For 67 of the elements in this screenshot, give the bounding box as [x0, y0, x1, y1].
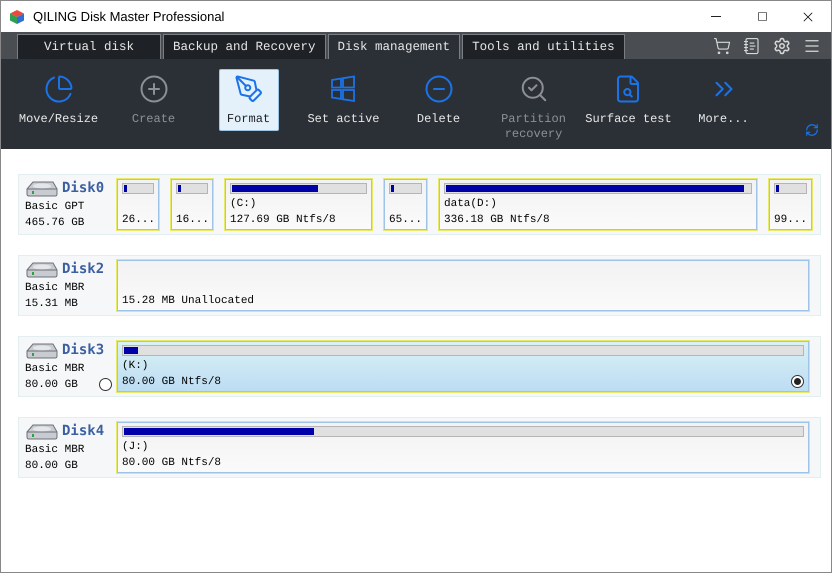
partition-label: (C:) [230, 197, 256, 212]
disk-name: Disk0 [62, 179, 104, 198]
disk-type: Basic MBR [25, 443, 84, 458]
partition-block[interactable]: (K:) 80.00 GB Ntfs/8 [116, 340, 810, 393]
disk-type: Basic MBR [25, 362, 84, 377]
pen-icon [234, 74, 264, 104]
partition-info: 127.69 GB Ntfs/8 [230, 213, 336, 228]
hard-drive-icon [25, 422, 59, 440]
disk-size: 80.00 GB [25, 459, 78, 474]
tab[interactable]: Disk management [328, 34, 460, 59]
partition-block[interactable]: 65... [383, 178, 428, 231]
hard-drive-icon [25, 180, 59, 198]
disk-name: Disk2 [62, 260, 104, 279]
maximize-icon [756, 11, 768, 22]
partition-block[interactable]: 99... [768, 178, 813, 231]
disk-size: 80.00 GB [25, 378, 78, 393]
magnifier-icon [518, 74, 548, 104]
partition-info: 80.00 GB Ntfs/8 [122, 456, 222, 471]
disk-row[interactable]: Disk3 Basic MBR 80.00 GB (K:) 80.00 GB Ntfs/8 [18, 336, 821, 397]
tab[interactable]: Tools and utilities [462, 34, 625, 59]
pie-chart-icon [44, 74, 74, 104]
disk-type: Basic MBR [25, 281, 84, 296]
partition-block[interactable]: 26... [116, 178, 160, 231]
toolbar-button[interactable]: Surface test [581, 69, 676, 131]
plus-circle-icon [138, 74, 168, 104]
partition-block[interactable]: (J:) 80.00 GB Ntfs/8 [116, 421, 810, 474]
partition-label: (K:) [122, 359, 148, 374]
disk-size: 15.31 MB [25, 297, 78, 312]
radio-button[interactable] [99, 378, 112, 391]
disk-size: 465.76 GB [25, 216, 84, 231]
partition-info: 99... [774, 213, 808, 228]
partition-block[interactable]: 15.28 MB Unallocated [116, 259, 810, 312]
partition-info: 80.00 GB Ntfs/8 [122, 375, 222, 390]
partition-info: 16... [176, 213, 210, 228]
partition-info: 336.18 GB Ntfs/8 [444, 213, 550, 228]
partition-info: 26... [122, 213, 156, 228]
partition-info: 15.28 MB Unallocated [122, 294, 254, 309]
partition-label: (J:) [122, 440, 148, 455]
disk-row[interactable]: Disk0 Basic GPT 465.76 GB 26... 16... (C:) 127.69 GB Ntfs/8 65... data(D:) 336.18 GB Ntfs/8 99... [18, 174, 821, 235]
toolbar-button[interactable]: Move/Resize [14, 69, 102, 131]
partition-info: 65... [389, 213, 422, 228]
minimize-icon [711, 16, 721, 17]
partition-label: data(D:) [444, 197, 497, 212]
tab[interactable]: Backup and Recovery [163, 34, 326, 59]
cube-logo-icon [9, 8, 25, 24]
refresh-icon[interactable] [805, 123, 819, 137]
toolbar-button[interactable]: More... [694, 69, 754, 131]
partition-block[interactable]: (C:) 127.69 GB Ntfs/8 [224, 178, 373, 231]
disk-name: Disk3 [62, 341, 104, 360]
hard-drive-icon [25, 342, 59, 360]
tab[interactable]: Virtual disk [17, 34, 161, 59]
toolbar-button[interactable]: Format [218, 69, 278, 131]
cart-icon[interactable] [713, 36, 731, 54]
toolbar-button[interactable]: Delete [408, 69, 468, 131]
minus-circle-icon [424, 74, 454, 104]
disk-type: Basic GPT [25, 200, 84, 215]
toolbar-button[interactable]: Set active [303, 69, 384, 131]
settings-icon[interactable] [773, 36, 791, 54]
disk-row[interactable]: Disk2 Basic MBR 15.31 MB 15.28 MB Unallocated [18, 255, 821, 316]
window-title: QILING Disk Master Professional [33, 8, 224, 26]
partition-block[interactable]: data(D:) 336.18 GB Ntfs/8 [438, 178, 758, 231]
disk-name: Disk4 [62, 422, 104, 441]
radio-button[interactable] [791, 375, 804, 388]
disk-row[interactable]: Disk4 Basic MBR 80.00 GB (J:) 80.00 GB Ntfs/8 [18, 417, 821, 478]
hard-drive-icon [25, 260, 59, 278]
partition-block[interactable]: 16... [170, 178, 214, 231]
notebook-icon[interactable] [743, 36, 761, 54]
